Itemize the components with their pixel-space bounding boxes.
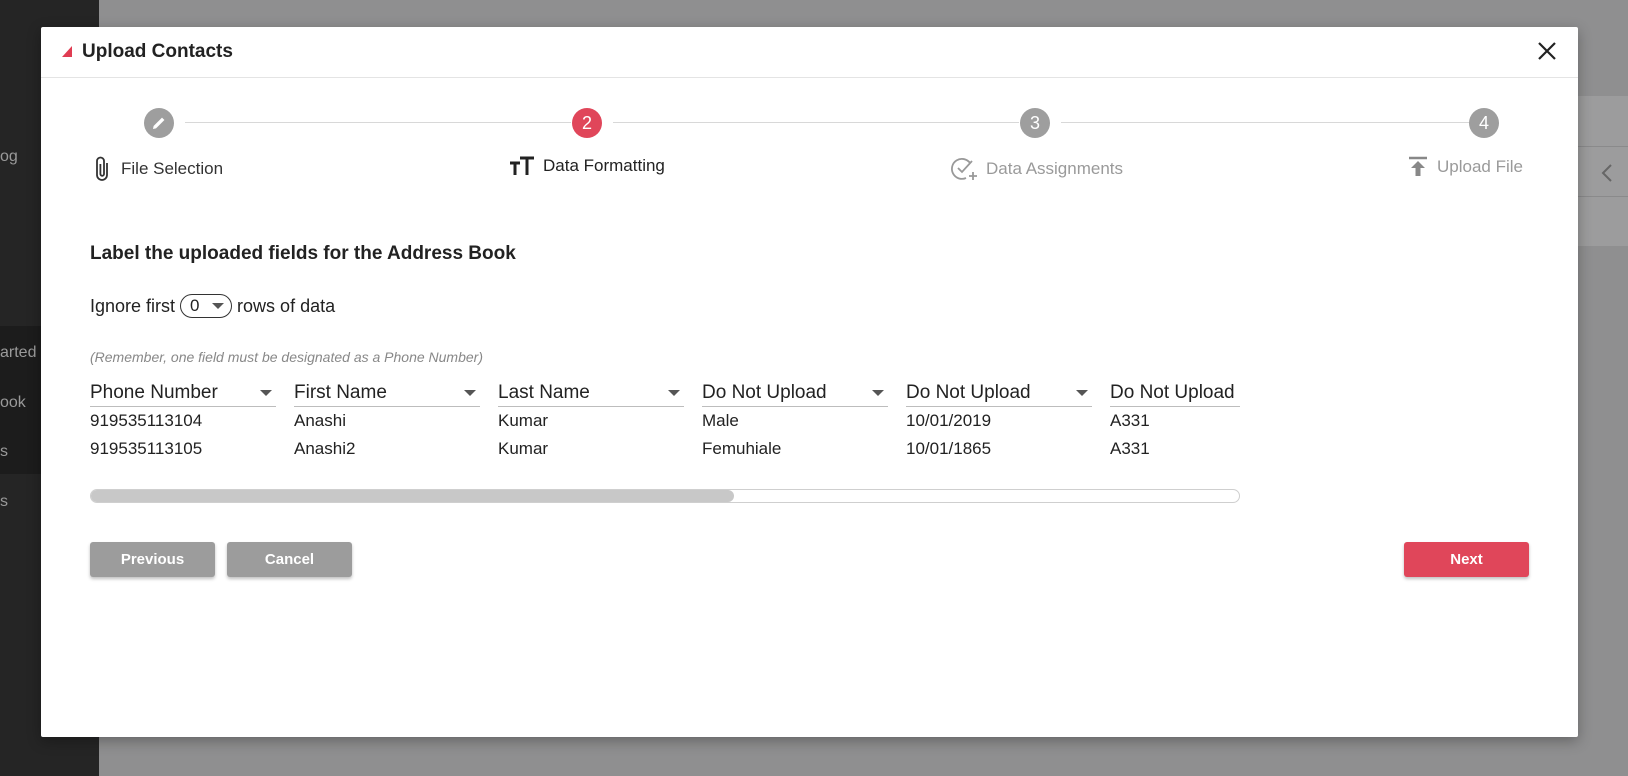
table-cell: Male (702, 411, 739, 430)
ignore-rows-value: 0 (190, 296, 200, 315)
dropdown-caret-icon (872, 389, 884, 396)
step-connector (185, 122, 571, 123)
preview-table: Phone Number 919535113104 919535113105 F… (90, 379, 1240, 497)
sidebar-item-partial: s (0, 443, 8, 460)
paperclip-icon (96, 156, 108, 181)
table-column: First Name Anashi Anashi2 (294, 379, 480, 463)
table-column: Phone Number 919535113104 919535113105 (90, 379, 276, 463)
step-3-label[interactable]: Data Assignments (950, 155, 1123, 183)
chevron-left-icon (1601, 164, 1612, 182)
cancel-button[interactable]: Cancel (227, 542, 352, 577)
scrollbar-thumb[interactable] (91, 490, 734, 502)
step-connector (613, 122, 1019, 123)
ignore-rows-select[interactable]: 0 (180, 294, 233, 318)
sidebar-item-partial: arted (0, 344, 37, 361)
dropdown-caret-icon (212, 303, 225, 309)
table-cell: A331 (1110, 411, 1150, 430)
step-connector (1061, 122, 1469, 123)
modal-header: Upload Contacts (41, 27, 1578, 78)
column-header-select[interactable]: Do Not Upload (1110, 379, 1240, 407)
step-4-text: Upload File (1437, 157, 1523, 176)
ignore-suffix-text: rows of data (237, 295, 336, 316)
step-3-circle[interactable]: 3 (1020, 108, 1050, 138)
step-4-label[interactable]: Upload File (1407, 155, 1523, 179)
step-4-circle[interactable]: 4 (1469, 108, 1499, 138)
ignore-prefix-text: Ignore first (90, 295, 176, 316)
table-cell: 919535113105 (90, 439, 203, 458)
table-cell: Kumar (498, 411, 549, 430)
dropdown-caret-icon (668, 389, 680, 396)
column-header-label: Last Name (498, 381, 590, 403)
table-cell: A331 (1110, 439, 1150, 458)
close-icon[interactable] (1534, 38, 1560, 64)
dropdown-caret-icon (1076, 389, 1088, 396)
table-column: Do Not Upload 10/01/2019 10/01/1865 (906, 379, 1092, 463)
sidebar-item-partial: s (0, 493, 8, 510)
column-header-label: First Name (294, 381, 387, 403)
upload-contacts-modal: Upload Contacts 2 3 4 File Selection Dat… (41, 27, 1578, 737)
phone-number-hint: (Remember, one field must be designated … (90, 349, 483, 365)
column-header-select[interactable]: Phone Number (90, 379, 276, 407)
table-cell: Femuhiale (702, 439, 782, 458)
check-circle-plus-icon (951, 157, 977, 180)
column-header-label: Do Not Upload (702, 381, 827, 403)
table-cell: Kumar (498, 439, 549, 458)
dropdown-caret-icon (260, 389, 272, 396)
column-header-select[interactable]: First Name (294, 379, 480, 407)
table-column: Last Name Kumar Kumar (498, 379, 684, 463)
column-header-select[interactable]: Last Name (498, 379, 684, 407)
upload-icon (1409, 156, 1427, 176)
table-cell: 919535113104 (90, 411, 203, 430)
table-cell: 10/01/1865 (906, 439, 992, 458)
table-column: Do Not Upload Male Femuhiale (702, 379, 888, 463)
dropdown-caret-icon (464, 389, 476, 396)
column-header-select[interactable]: Do Not Upload (702, 379, 888, 407)
next-button[interactable]: Next (1404, 542, 1529, 577)
table-cell: 10/01/2019 (906, 411, 992, 430)
pencil-icon (153, 117, 165, 129)
step-2-circle[interactable]: 2 (572, 108, 602, 138)
sidebar-item-partial: ook (0, 394, 26, 411)
step-2-label[interactable]: Data Formatting (509, 155, 665, 177)
table-cell: Anashi2 (294, 439, 356, 458)
step-1-label[interactable]: File Selection (93, 155, 223, 183)
table-cell: Anashi (294, 411, 346, 430)
table-column: Do Not Upload A331 A331 (1110, 379, 1240, 463)
horizontal-scrollbar[interactable] (90, 489, 1240, 503)
modal-title: Upload Contacts (82, 41, 233, 62)
text-size-icon (510, 156, 534, 175)
step-3-text: Data Assignments (986, 159, 1124, 178)
step-1-text: File Selection (121, 159, 224, 178)
section-title: Label the uploaded fields for the Addres… (90, 243, 516, 264)
ignore-rows-row: Ignore first 0 rows of data (90, 294, 335, 318)
previous-button[interactable]: Previous (90, 542, 215, 577)
sidebar-item-partial: og (0, 148, 18, 165)
step-2-text: Data Formatting (543, 156, 665, 175)
header-accent-icon (62, 46, 72, 57)
column-header-label: Phone Number (90, 381, 218, 403)
column-header-label: Do Not Upload (906, 381, 1031, 403)
step-1-circle[interactable] (144, 108, 174, 138)
column-header-label: Do Not Upload (1110, 381, 1235, 403)
column-header-select[interactable]: Do Not Upload (906, 379, 1092, 407)
